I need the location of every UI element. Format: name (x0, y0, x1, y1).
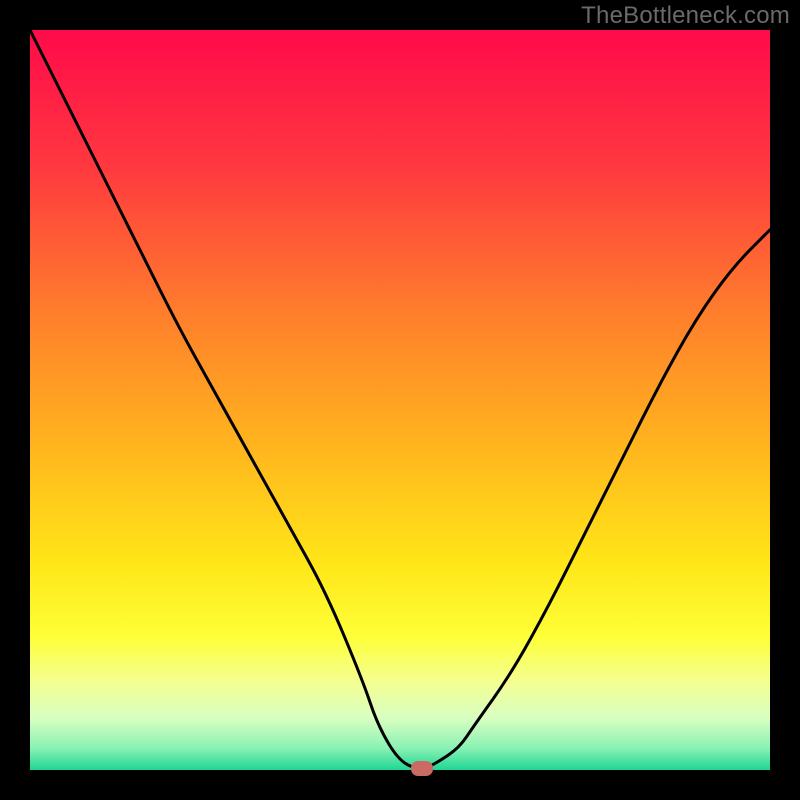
chart-frame: TheBottleneck.com (0, 0, 800, 800)
chart-svg (30, 30, 770, 770)
plot-area (30, 30, 770, 770)
optimum-marker (411, 761, 433, 776)
plot-background (30, 30, 770, 770)
watermark-text: TheBottleneck.com (581, 2, 790, 30)
